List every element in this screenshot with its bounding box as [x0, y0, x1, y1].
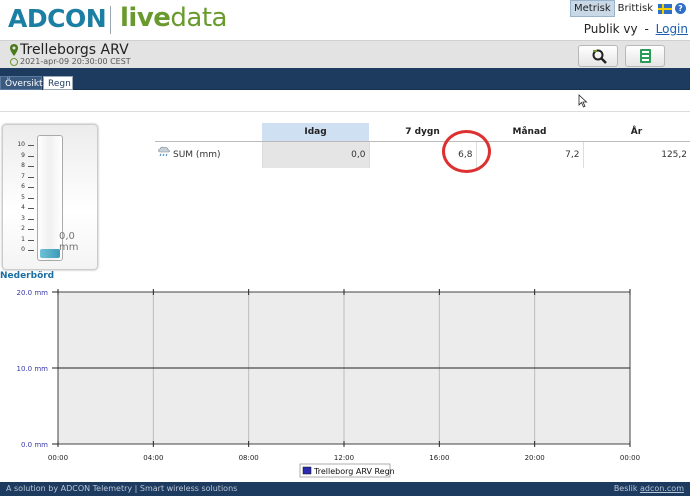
zoom-search-icon: [592, 49, 607, 64]
col-idag: Idag: [262, 123, 369, 142]
table-header-row: Idag 7 dygn Månad År: [155, 123, 690, 142]
x-tick-label: 12:00: [334, 454, 354, 462]
x-tick-label: 00:00: [620, 454, 640, 462]
british-unit-button[interactable]: Brittisk: [615, 1, 656, 16]
x-tick-label: 08:00: [239, 454, 259, 462]
tab-oversikt[interactable]: Översikt: [0, 76, 43, 90]
tab-regn[interactable]: Regn: [43, 76, 73, 90]
y-tick-label: 20.0 mm: [17, 289, 49, 297]
footer-credit: A solution by ADCON Telemetry | Smart wi…: [6, 484, 238, 493]
row-label: SUM (mm): [173, 149, 221, 160]
rain-gauge: 10 9 8 7 6 5 4 3 2 1 0 0,0 mm: [2, 124, 98, 270]
logo-live-text: live: [120, 3, 171, 33]
adcon-logo[interactable]: ADCON: [8, 4, 107, 33]
gauge-tick-mark: [28, 208, 34, 209]
gauge-tick-label: 10: [17, 141, 25, 148]
map-pin-icon: [10, 44, 18, 56]
help-icon[interactable]: ?: [675, 3, 686, 14]
footer-prefix: Beslik: [613, 484, 638, 493]
gauge-tick-label: 9: [21, 151, 25, 159]
footer-link-group: Beslik adcon.com: [614, 482, 684, 496]
public-view-label: Publik vy: [583, 22, 638, 36]
top-header: ADCON livedata Metrisk Brittisk ? Publik…: [0, 0, 690, 40]
y-tick-label: 0.0 mm: [21, 441, 48, 449]
gauge-tick-label: 7: [21, 172, 25, 180]
gauge-tick-label: 4: [21, 204, 25, 211]
gauge-tick-label: 8: [21, 162, 25, 169]
x-tick-label: 04:00: [143, 454, 163, 462]
adcon-link[interactable]: adcon.com: [640, 484, 684, 493]
y-tick-label: 10.0 mm: [17, 365, 49, 373]
logo-divider: [110, 6, 111, 34]
rain-summary-table: Idag 7 dygn Månad År SUM (mm) 0,0 6,8 7,…: [155, 123, 690, 168]
gauge-scale: 10 9 8 7 6 5 4 3 2 1 0: [3, 125, 37, 271]
station-name: Trelleborgs ARV: [20, 42, 129, 58]
x-tick-label: 16:00: [429, 454, 449, 462]
col-ar: År: [583, 123, 690, 142]
gauge-tick-mark: [28, 187, 34, 188]
chart-title: Nederbörd: [0, 271, 55, 281]
legend-swatch: [302, 466, 312, 475]
logo-data-text: data: [170, 3, 227, 33]
gauge-fill: [40, 249, 60, 258]
app-root: ADCON livedata Metrisk Brittisk ? Publik…: [0, 0, 690, 496]
export-button[interactable]: [625, 45, 665, 67]
gauge-tick-mark: [28, 176, 34, 178]
value-manad: 7,2: [475, 141, 583, 168]
clock-icon: [10, 58, 18, 66]
station-timestamp: 2021-apr-09 20:30:00 CEST: [20, 57, 131, 66]
gauge-tick-mark: [28, 166, 34, 167]
gauge-tick-label: 2: [21, 225, 25, 232]
value-idag: 0,0: [261, 141, 369, 168]
precipitation-chart: 00:00 04:00 08:00 12:00 16:00 20:00 00:00 20.0 …: [17, 289, 640, 478]
gauge-tick-mark: [28, 155, 34, 157]
export-sheet-icon: [640, 49, 651, 63]
value-ar: 125,2: [582, 141, 690, 168]
gauge-value: 0,0 mm: [59, 231, 79, 253]
gauge-tick-mark: [28, 250, 34, 251]
gauge-tick-label: 0: [21, 246, 25, 253]
gauge-tick-mark: [28, 239, 34, 241]
nav-strip: Översikt Regn: [0, 68, 690, 90]
x-tick-label: 00:00: [48, 454, 68, 462]
header-empty: [155, 123, 262, 142]
annotation-circle: [442, 130, 491, 173]
gauge-tick-label: 1: [21, 235, 25, 243]
livedata-logo[interactable]: livedata: [120, 3, 227, 33]
login-link[interactable]: Login: [656, 22, 688, 36]
gauge-tick-label: 3: [21, 214, 25, 222]
swedish-flag-icon[interactable]: [658, 3, 672, 14]
table-row: SUM (mm) 0,0 6,8 7,2 125,2: [155, 141, 690, 168]
metric-unit-button[interactable]: Metrisk: [570, 0, 615, 17]
footer: A solution by ADCON Telemetry | Smart wi…: [0, 482, 690, 496]
gauge-tick-mark: [28, 229, 34, 230]
unit-switcher: Metrisk Brittisk ?: [570, 0, 686, 17]
rain-cloud-icon: [158, 146, 170, 156]
gauge-tick-mark: [28, 218, 34, 220]
public-login-row: Publik vy - Login: [584, 22, 688, 36]
gauge-tick-mark: [28, 197, 34, 199]
gauge-tick-label: 6: [21, 183, 25, 190]
mouse-cursor-icon: [578, 94, 588, 108]
station-bar: Trelleborgs ARV 2021-apr-09 20:30:00 CES…: [0, 40, 690, 68]
zoom-search-button[interactable]: [578, 45, 618, 67]
x-tick-label: 20:00: [525, 454, 545, 462]
gauge-tick-mark: [28, 145, 34, 146]
row-label-cell: SUM (mm): [155, 141, 262, 168]
legend-label: Trelleborg ARV Regn: [313, 467, 395, 476]
gauge-tick-label: 5: [21, 193, 25, 201]
separator: -: [644, 22, 649, 36]
col-manad: Månad: [476, 123, 583, 142]
